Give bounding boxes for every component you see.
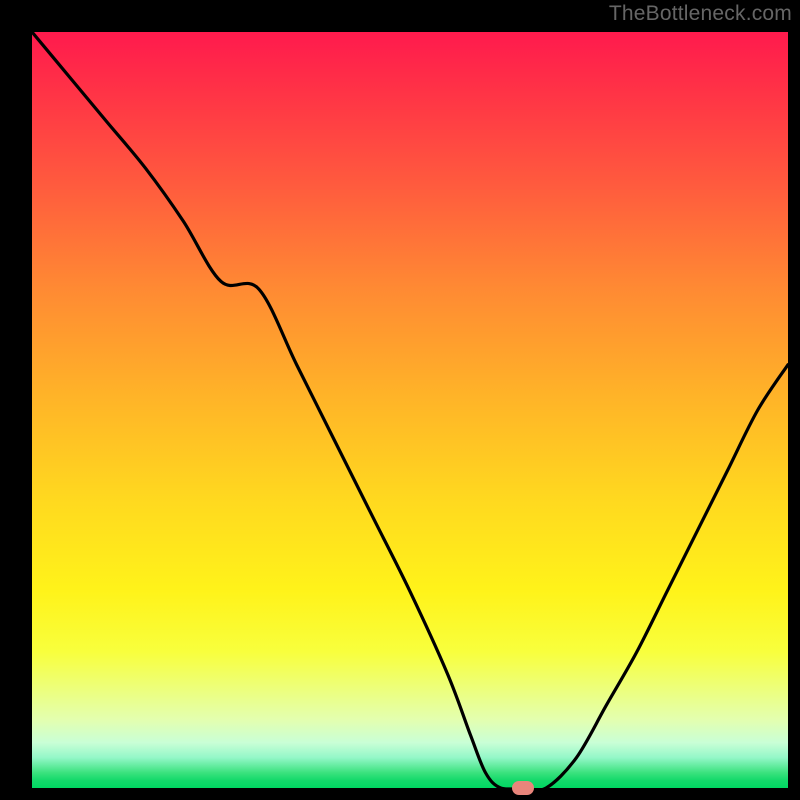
chart-frame: TheBottleneck.com bbox=[0, 0, 800, 800]
watermark-text: TheBottleneck.com bbox=[609, 2, 792, 26]
plot-area bbox=[32, 32, 788, 788]
optimal-marker bbox=[512, 781, 534, 795]
bottleneck-curve bbox=[32, 32, 788, 788]
